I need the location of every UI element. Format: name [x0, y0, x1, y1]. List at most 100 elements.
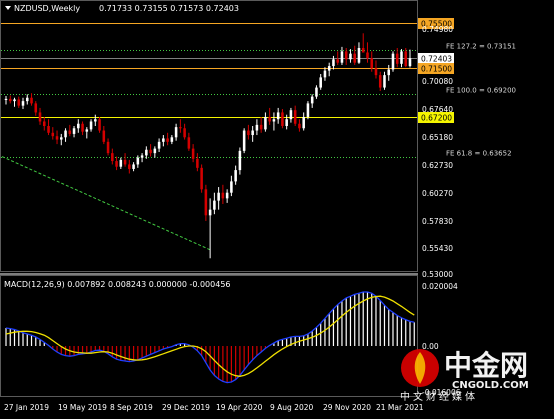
candle-body: [149, 149, 152, 154]
candle-body: [89, 121, 93, 130]
fib-level-label: FE 100.0 = 0.69200: [446, 87, 516, 95]
candle-body: [298, 123, 301, 129]
candle-body: [268, 116, 271, 122]
candle-body: [230, 181, 233, 193]
price-tick: 0.55430: [422, 244, 453, 253]
candle-body: [378, 75, 382, 88]
candle-body: [106, 141, 110, 154]
date-label: 21 Mar 2021: [376, 403, 424, 412]
candle-body: [361, 47, 365, 53]
candle-body: [94, 119, 97, 122]
candle-body: [102, 130, 106, 142]
symbol-label: NZDUSD,Weekly: [14, 4, 80, 13]
candle-body: [77, 123, 80, 129]
candle-body: [60, 137, 63, 140]
candle-body: [191, 148, 195, 159]
price-tick: 0.70080: [422, 77, 453, 86]
date-label: 29 Nov 2020: [323, 403, 371, 412]
candle-body: [264, 116, 267, 130]
price-badge-label: 0.71500: [421, 65, 452, 74]
watermark-slogan: 中文财经媒体: [400, 390, 478, 403]
candle-body: [30, 97, 33, 104]
price-badge-label: 0.67200: [421, 114, 452, 123]
candle-body: [38, 112, 42, 122]
trend-line[interactable]: [1, 156, 211, 251]
watermark-site: CNGOLD.COM: [452, 380, 529, 391]
candle-body: [234, 170, 237, 182]
candle-body: [259, 124, 263, 130]
candle-body: [204, 189, 208, 216]
candle-body: [145, 149, 148, 156]
candle-body: [34, 103, 38, 113]
candle-body: [8, 98, 12, 102]
candle-body: [13, 99, 16, 102]
candle-body: [281, 112, 284, 127]
macd-indicator: [5, 291, 415, 384]
fib-level-label: FE 61.8 = 0.63652: [446, 150, 512, 158]
watermark-brand: 中金网: [444, 349, 528, 382]
candle-body: [119, 159, 123, 167]
candle-body: [196, 158, 199, 168]
candle-body: [140, 155, 144, 158]
candle-body: [323, 70, 327, 78]
candle-body: [42, 121, 46, 127]
candle-body: [225, 192, 229, 199]
candle-body: [242, 130, 246, 151]
candle-body: [213, 200, 216, 210]
macd-tick: 0.020004: [422, 282, 458, 291]
pane-separator[interactable]: [0, 273, 418, 275]
candle-body: [153, 148, 157, 154]
candle-body: [276, 112, 280, 120]
candle-body: [306, 103, 310, 117]
date-label: 9 Aug 2020: [270, 403, 313, 412]
candle-body: [170, 137, 174, 142]
candle-body: [387, 69, 391, 76]
candle-body: [174, 127, 178, 138]
candle-body: [72, 128, 76, 134]
candle-body: [47, 126, 50, 133]
candle-body: [179, 127, 182, 129]
candle-body: [327, 66, 331, 71]
candle-body: [85, 129, 89, 132]
chart-window[interactable]: 0.75500 FE 127.2 = 0.73151 0.72403 0.71500 F…: [0, 0, 554, 415]
candle-body: [400, 51, 403, 64]
candle-body: [162, 138, 165, 142]
price-tick: 0.62730: [422, 161, 453, 170]
candle-body: [132, 164, 135, 169]
candle-body: [251, 130, 254, 136]
candle-body: [25, 97, 29, 102]
candle-body: [68, 130, 72, 134]
candle-body: [344, 51, 348, 60]
candle-body: [81, 123, 84, 132]
candle-body: [208, 209, 212, 216]
candle-body: [128, 164, 131, 169]
candle-body: [391, 53, 395, 70]
candle-body: [238, 150, 242, 171]
price-tick: 0.53000: [422, 270, 453, 279]
candle-body: [408, 58, 412, 67]
candle-body: [221, 192, 225, 199]
macd-label: MACD(12,26,9) 0.007892 0.008243 0.000000…: [4, 280, 231, 289]
candle-body: [293, 110, 297, 124]
symbol-dropdown-icon[interactable]: [5, 6, 11, 10]
candle-body: [366, 52, 369, 59]
date-label: 19 Apr 2020: [216, 403, 263, 412]
candle-body: [200, 167, 203, 190]
candle-body: [21, 101, 25, 106]
candle-body: [123, 159, 127, 165]
candle-body: [111, 153, 114, 162]
candle-body: [340, 51, 344, 63]
candle-body: [285, 119, 288, 127]
candle-body: [115, 161, 118, 167]
cngold-watermark: 中金网 CNGOLD.COM 中文财经媒体: [400, 349, 529, 403]
fib-level-label: FE 127.2 = 0.73151: [446, 43, 516, 51]
candle-body: [272, 119, 276, 122]
date-label: 29 Dec 2019: [162, 403, 210, 412]
candle-body: [383, 75, 386, 88]
macd-line: [5, 291, 415, 384]
candle-body: [319, 77, 322, 88]
price-tick: 0.67640: [422, 105, 453, 114]
candle-body: [255, 124, 259, 131]
candle-body: [302, 116, 305, 129]
price-pane[interactable]: [0, 0, 418, 272]
